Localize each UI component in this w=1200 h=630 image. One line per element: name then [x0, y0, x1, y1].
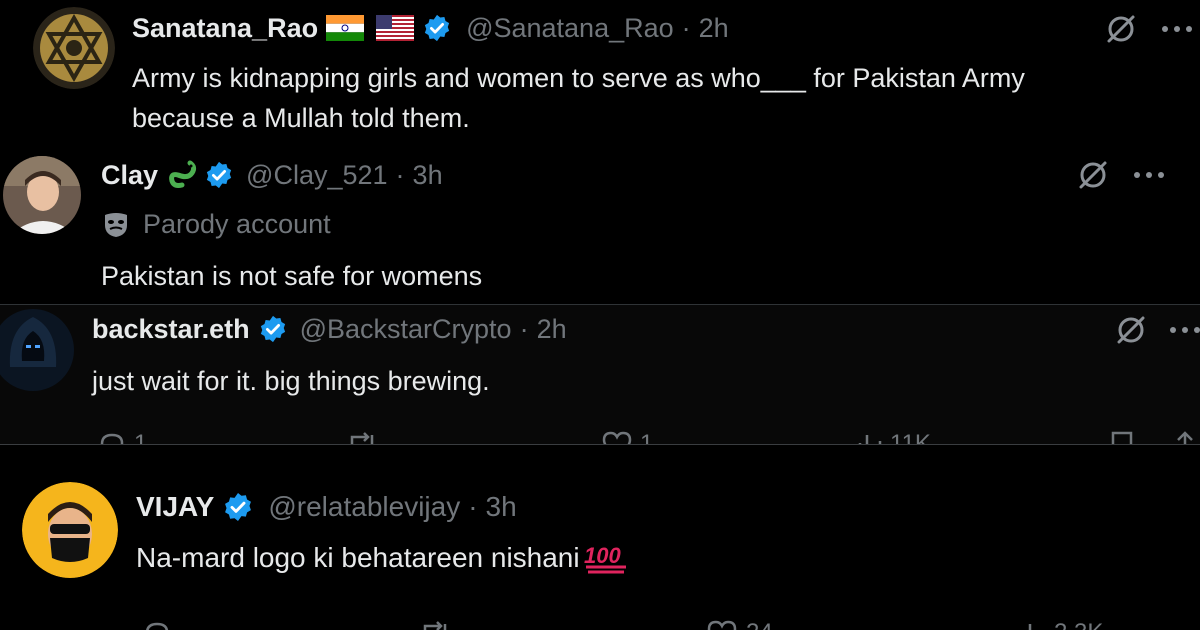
hexagram-emblem-icon	[33, 7, 115, 89]
like-button[interactable]: 1	[600, 429, 653, 444]
tweet-text-line: Army is kidnapping girls and women to se…	[132, 63, 1025, 93]
share-icon	[1177, 431, 1193, 444]
grok-icon[interactable]	[1076, 158, 1110, 192]
like-count: 1	[640, 430, 654, 444]
cartoon-avatar	[22, 482, 118, 578]
profile-photo	[3, 156, 81, 234]
reply-icon	[100, 433, 124, 444]
display-name[interactable]: Sanatana_Rao	[132, 13, 318, 44]
like-icon	[707, 620, 737, 630]
separator-dot: ·	[681, 12, 691, 43]
parody-label: Parody account	[101, 206, 331, 242]
timestamp[interactable]: 2h	[537, 314, 567, 345]
tweet-header: Clay @Clay_521 · 3h	[101, 157, 443, 193]
repost-button[interactable]	[344, 429, 380, 444]
india-flag-icon	[326, 15, 365, 41]
views-icon	[1028, 624, 1045, 630]
views-button[interactable]: 2.3K	[1016, 618, 1103, 630]
handle[interactable]: @relatablevijay	[268, 491, 460, 523]
parody-text: Parody account	[143, 208, 331, 239]
tweet-header: VIJAY @relatablevijay · 3h	[136, 488, 517, 526]
tweet-text: just wait for it. big things brewing.	[92, 366, 490, 396]
like-button[interactable]: 24	[704, 618, 773, 630]
tweet-text: Army is kidnapping girls and women to se…	[132, 58, 1192, 138]
gap-strip	[0, 445, 1200, 452]
verified-badge-icon	[258, 314, 288, 344]
avatar[interactable]	[0, 309, 74, 391]
display-name[interactable]: Clay	[101, 160, 158, 191]
repost-button[interactable]	[416, 618, 454, 630]
views-icon	[858, 435, 882, 444]
hundred-points-icon: 100	[582, 541, 630, 575]
usa-flag-icon	[376, 15, 415, 41]
views-count: 11K	[890, 430, 931, 444]
tweet-sanatana[interactable]: Sanatana_Rao @Sanatana_Rao · 2h Army is …	[0, 0, 1200, 148]
tweet-text: Pakistan is not safe for womens	[101, 261, 483, 291]
tweet-vijay[interactable]: VIJAY @relatablevijay · 3h Na-mard logo …	[0, 452, 1200, 630]
handle[interactable]: @Clay_521	[246, 160, 388, 191]
bookmark-button[interactable]	[1108, 429, 1136, 444]
tweet-clay[interactable]: Clay @Clay_521 · 3h Parody account Pakis…	[0, 148, 1200, 304]
reply-button[interactable]: 1	[96, 429, 147, 444]
action-bar: 1 1 11K	[92, 429, 1200, 444]
tweet-backstar[interactable]: backstar.eth @BackstarCrypto · 2h just w…	[0, 305, 1200, 444]
avatar[interactable]	[33, 7, 115, 89]
grok-icon[interactable]	[1114, 313, 1148, 347]
separator-dot: ·	[519, 313, 529, 344]
avatar[interactable]	[22, 482, 118, 578]
grok-icon[interactable]	[1104, 12, 1138, 46]
bookmark-icon	[1111, 431, 1133, 444]
tweet-text-content: Na-mard logo ki behatareen nishani	[136, 542, 580, 573]
verified-badge-icon	[222, 491, 254, 523]
timestamp[interactable]: 3h	[486, 491, 517, 523]
handle[interactable]: @Sanatana_Rao	[466, 13, 674, 44]
svg-text:100: 100	[584, 543, 621, 568]
reply-count: 1	[134, 430, 148, 444]
more-icon[interactable]	[1132, 170, 1166, 180]
separator-dot: ·	[395, 159, 405, 190]
display-name[interactable]: backstar.eth	[92, 314, 250, 345]
parody-mask-icon	[101, 209, 131, 239]
tweet-header: backstar.eth @BackstarCrypto · 2h	[92, 311, 567, 347]
views-button[interactable]: 11K	[854, 429, 931, 444]
verified-badge-icon	[422, 13, 452, 43]
views-count: 2.3K	[1054, 619, 1103, 630]
verified-badge-icon	[204, 160, 234, 190]
like-count: 24	[746, 619, 773, 630]
handle[interactable]: @BackstarCrypto	[300, 314, 512, 345]
reply-icon	[146, 622, 169, 630]
timestamp[interactable]: 2h	[699, 13, 729, 44]
tweet-actions-top	[1114, 313, 1200, 347]
reply-button[interactable]	[140, 618, 174, 630]
repost-icon	[423, 621, 447, 630]
action-bar: 24 2.3K	[136, 618, 1200, 630]
snake-emoji-icon	[166, 159, 198, 191]
tweet-actions-top	[1076, 158, 1166, 192]
repost-icon	[350, 432, 374, 444]
more-icon[interactable]	[1168, 325, 1200, 335]
timestamp[interactable]: 3h	[413, 160, 443, 191]
more-icon[interactable]	[1160, 24, 1194, 34]
like-icon	[602, 431, 632, 444]
tweet-text-line: because a Mullah told them.	[132, 103, 470, 133]
display-name[interactable]: VIJAY	[136, 491, 214, 523]
avatar[interactable]	[3, 156, 81, 234]
tweet-actions-top	[1104, 12, 1194, 46]
separator-dot: ·	[468, 491, 478, 522]
share-button[interactable]	[1170, 429, 1200, 444]
tweet-text: Na-mard logo ki behatareen nishani 100	[136, 538, 630, 578]
hooded-figure-avatar	[0, 309, 74, 391]
tweet-header: Sanatana_Rao @Sanatana_Rao · 2h	[132, 10, 729, 46]
